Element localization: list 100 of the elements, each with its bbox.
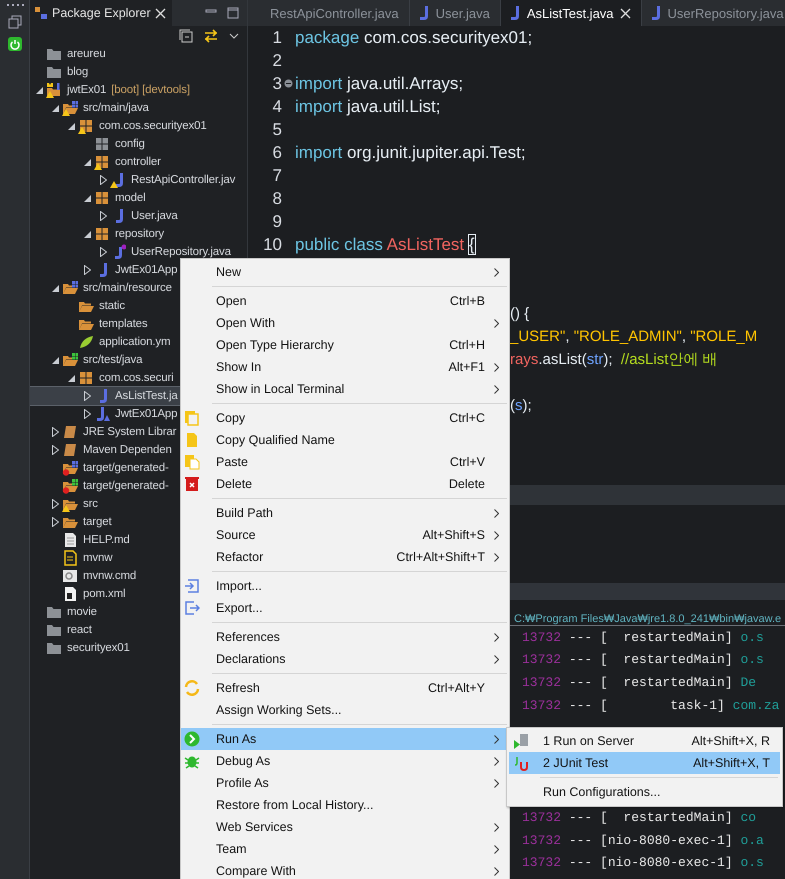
tree-item[interactable]: RestApiController.jav bbox=[30, 171, 247, 189]
refresh-icon bbox=[184, 680, 200, 696]
tree-item[interactable]: blog bbox=[30, 63, 247, 81]
menu-item[interactable]: Run Configurations... bbox=[509, 781, 780, 803]
chevron-down-icon[interactable] bbox=[229, 32, 239, 38]
menu-item[interactable]: Profile As bbox=[181, 772, 509, 794]
menu-item[interactable]: Copy Qualified Name bbox=[181, 429, 509, 451]
editor-tab[interactable]: UserRepository.java bbox=[642, 0, 785, 26]
menu-item[interactable]: Copy Ctrl+C bbox=[181, 407, 509, 429]
code-line: public class AsListTest { bbox=[295, 234, 475, 254]
collapsed-arrow-icon[interactable] bbox=[52, 499, 59, 509]
menu-item[interactable]: Open Type Hierarchy Ctrl+H bbox=[181, 334, 509, 356]
link-arrows-icon[interactable] bbox=[203, 28, 219, 42]
menu-item[interactable]: 2 JUnit Test Alt+Shift+X, T bbox=[509, 752, 780, 774]
copy-icon bbox=[184, 410, 200, 426]
expanded-arrow-icon[interactable] bbox=[52, 356, 59, 364]
line-number: 6 bbox=[272, 142, 282, 162]
menu-item[interactable]: Debug As bbox=[181, 750, 509, 772]
editor-tab[interactable]: AsListTest.java bbox=[500, 0, 642, 26]
line-number: 3 bbox=[272, 74, 282, 94]
line-number: 10 bbox=[262, 234, 282, 254]
collapsed-arrow-icon[interactable] bbox=[52, 517, 59, 527]
menu-item[interactable]: References bbox=[181, 626, 509, 648]
menu-item[interactable]: Source Alt+Shift+S bbox=[181, 524, 509, 546]
expanded-arrow-icon[interactable] bbox=[84, 230, 91, 238]
menu-dots-icon bbox=[4, 4, 24, 7]
project-icon bbox=[46, 82, 62, 98]
console-line: 13732 --- [ task-1] com.za bbox=[522, 698, 780, 713]
collapsed-arrow-icon[interactable] bbox=[84, 265, 91, 275]
delete-icon bbox=[184, 476, 200, 492]
maximize-icon[interactable] bbox=[227, 7, 239, 19]
menu-item[interactable]: Compare With bbox=[181, 860, 509, 879]
document-icon bbox=[62, 532, 78, 548]
menu-item[interactable]: Build Path bbox=[181, 502, 509, 524]
menu-item[interactable]: Restore from Local History... bbox=[181, 794, 509, 816]
expanded-arrow-icon[interactable] bbox=[36, 86, 43, 94]
package-icon bbox=[78, 370, 94, 386]
source-folder-icon bbox=[62, 352, 78, 368]
line-number: 9 bbox=[272, 212, 282, 232]
folder-icon bbox=[46, 622, 62, 638]
menu-item[interactable]: Declarations bbox=[181, 648, 509, 670]
fold-icon[interactable] bbox=[284, 79, 293, 88]
collapsed-arrow-icon[interactable] bbox=[100, 247, 107, 257]
menu-item[interactable]: 1 Run on Server Alt+Shift+X, R bbox=[509, 730, 780, 752]
menu-item[interactable]: Assign Working Sets... bbox=[181, 699, 509, 721]
menu-item[interactable]: Import... bbox=[181, 575, 509, 597]
shortcut-text: Alt+F1 bbox=[448, 360, 485, 374]
tree-item[interactable]: User.java bbox=[30, 207, 247, 225]
menu-item[interactable]: Show In Alt+F1 bbox=[181, 356, 509, 378]
java-file-icon bbox=[110, 172, 126, 188]
menu-item[interactable]: Refresh Ctrl+Alt+Y bbox=[181, 677, 509, 699]
menu-item[interactable]: Paste Ctrl+V bbox=[181, 451, 509, 473]
expanded-arrow-icon[interactable] bbox=[84, 194, 91, 202]
shortcut-text: Delete bbox=[448, 477, 485, 491]
book-icon bbox=[62, 442, 78, 458]
console-line: 13732 --- [ restartedMain] o.s bbox=[522, 652, 764, 668]
console-line: 13732 --- [nio-8080-exec-1] o.s bbox=[522, 855, 764, 870]
expanded-arrow-icon[interactable] bbox=[68, 374, 75, 382]
tree-item[interactable]: src/main/java bbox=[30, 99, 247, 117]
menu-item[interactable]: Team bbox=[181, 838, 509, 860]
view-tab[interactable]: Package Explorer bbox=[30, 0, 172, 26]
expanded-arrow-icon[interactable] bbox=[52, 284, 59, 292]
power-icon[interactable] bbox=[8, 37, 22, 51]
collapsed-arrow-icon[interactable] bbox=[100, 175, 107, 185]
expanded-arrow-icon[interactable] bbox=[84, 158, 91, 166]
expanded-arrow-icon[interactable] bbox=[68, 122, 75, 130]
tree-item[interactable]: com.cos.securityex01 bbox=[30, 117, 247, 135]
collapse-all-icon[interactable] bbox=[179, 28, 193, 42]
menu-item[interactable]: Delete Delete bbox=[181, 473, 509, 495]
line-number: 8 bbox=[272, 188, 282, 208]
tree-item[interactable]: repository bbox=[30, 225, 247, 243]
tree-item[interactable]: jwtEx01 [boot] [devtools] bbox=[30, 81, 247, 99]
close-icon[interactable] bbox=[154, 8, 166, 18]
line-number: 4 bbox=[272, 96, 282, 116]
collapsed-arrow-icon[interactable] bbox=[52, 427, 59, 437]
menu-item[interactable]: Refactor Ctrl+Alt+Shift+T bbox=[181, 546, 509, 568]
package-icon bbox=[94, 226, 110, 242]
shortcut-text: Ctrl+Alt+Shift+T bbox=[396, 550, 485, 564]
collapsed-arrow-icon[interactable] bbox=[84, 391, 91, 401]
menu-item[interactable]: Web Services bbox=[181, 816, 509, 838]
close-icon[interactable] bbox=[620, 8, 631, 18]
menu-item[interactable]: Run As bbox=[181, 728, 509, 750]
tree-item[interactable]: UserRepository.java bbox=[30, 243, 247, 261]
source-folder-icon bbox=[62, 100, 78, 116]
collapsed-arrow-icon[interactable] bbox=[84, 409, 91, 419]
collapsed-arrow-icon[interactable] bbox=[52, 445, 59, 455]
menu-item[interactable]: Export... bbox=[181, 597, 509, 619]
line-number: 2 bbox=[272, 50, 282, 70]
folder-icon bbox=[46, 46, 62, 62]
restore-icon[interactable] bbox=[8, 15, 22, 29]
package-icon bbox=[94, 154, 110, 170]
editor-tab[interactable]: User.java bbox=[410, 0, 501, 26]
collapsed-arrow-icon[interactable] bbox=[100, 211, 107, 221]
menu-item[interactable]: Open With bbox=[181, 312, 509, 334]
tree-item[interactable]: model bbox=[30, 189, 247, 207]
tree-item[interactable]: areureu bbox=[30, 45, 247, 63]
tree-item[interactable]: config bbox=[30, 135, 247, 153]
tree-item[interactable]: controller bbox=[30, 153, 247, 171]
code-line: import org.junit.jupiter.api.Test; bbox=[295, 142, 526, 162]
expanded-arrow-icon[interactable] bbox=[52, 104, 59, 112]
